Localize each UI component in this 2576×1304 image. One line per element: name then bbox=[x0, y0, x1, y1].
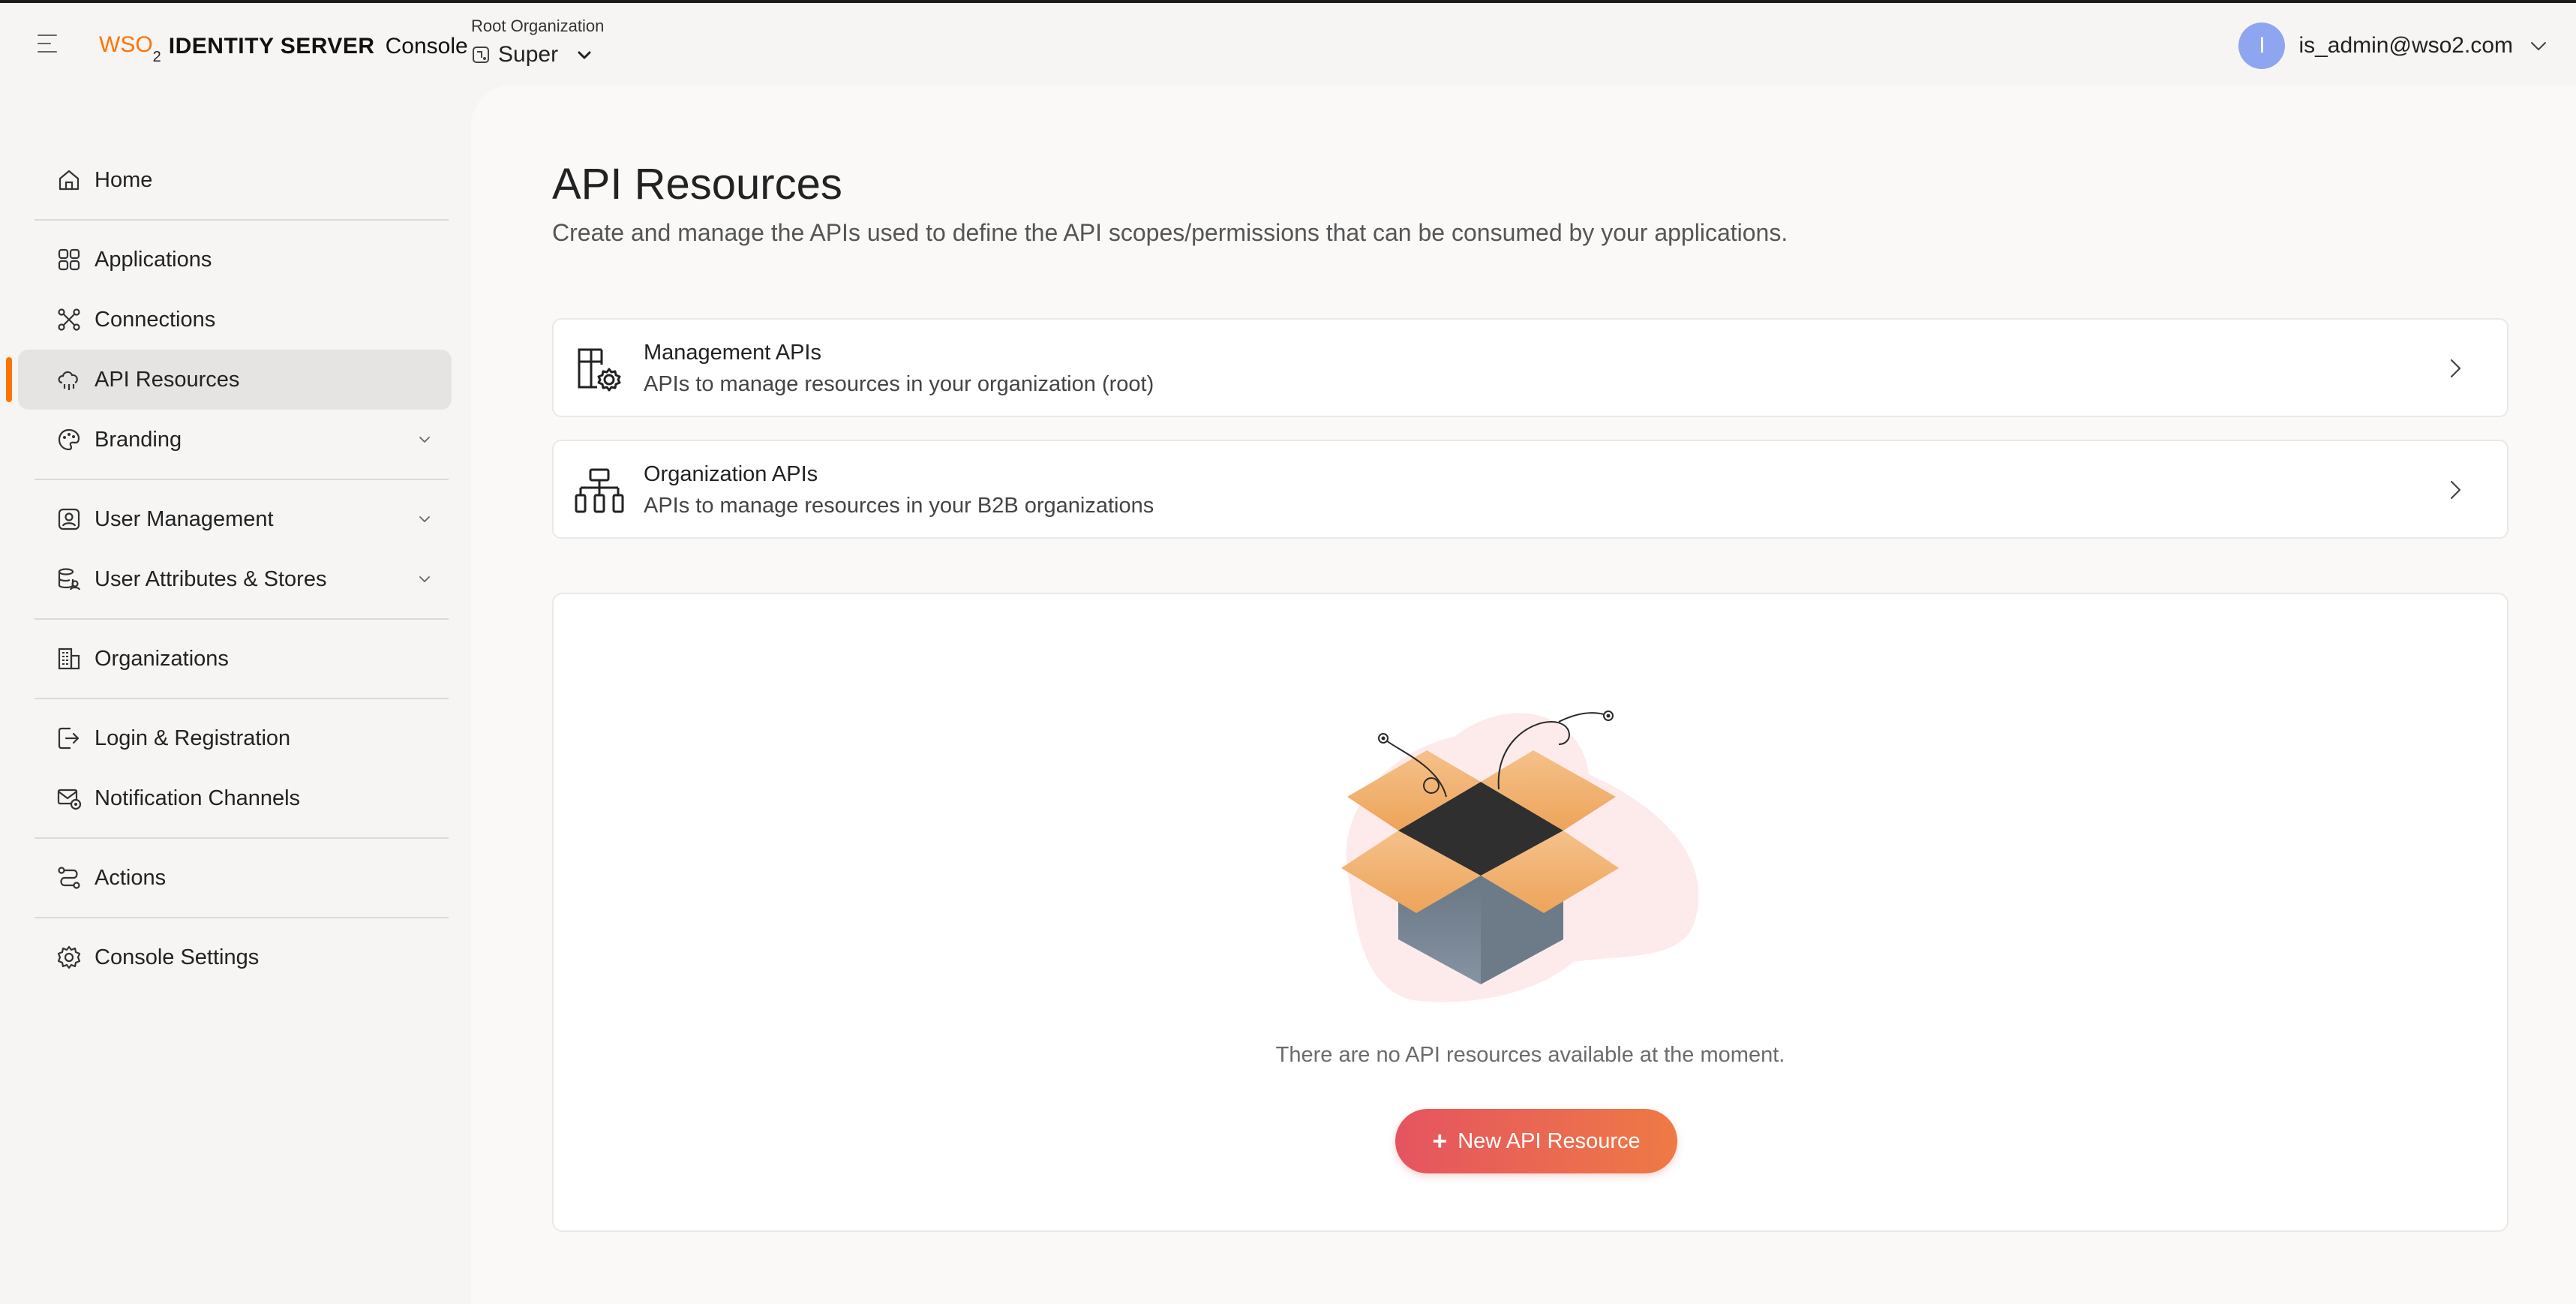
divider bbox=[35, 479, 449, 480]
api-resources-icon bbox=[58, 371, 78, 390]
sidebar-item-label: Connections bbox=[95, 307, 216, 332]
card-subtitle: APIs to manage resources in your organiz… bbox=[644, 372, 1154, 396]
sidebar-item-label: Console Settings bbox=[95, 945, 260, 969]
chevron-down-icon bbox=[2531, 42, 2546, 50]
branding-icon bbox=[58, 428, 80, 451]
org-name: Super bbox=[498, 42, 559, 67]
avatar: I bbox=[2238, 23, 2286, 69]
new-api-resource-button[interactable]: + New API Resource bbox=[1395, 1109, 1677, 1173]
logo-console: Console bbox=[385, 34, 468, 59]
sidebar-item-label: Organizations bbox=[95, 646, 229, 671]
card-subtitle: APIs to manage resources in your B2B org… bbox=[644, 494, 1154, 518]
main-content: API Resources Create and manage the APIs… bbox=[471, 86, 2576, 1304]
user-menu[interactable]: I is_admin@wso2.com bbox=[2238, 23, 2549, 69]
sidebar-item-actions[interactable]: Actions bbox=[18, 848, 452, 908]
sidebar-item-applications[interactable]: Applications bbox=[18, 230, 452, 290]
sidebar-item-user-management[interactable]: User Management bbox=[18, 489, 452, 549]
menu-toggle-icon[interactable] bbox=[38, 35, 60, 54]
organization-icon bbox=[473, 47, 489, 63]
page-title: API Resources bbox=[552, 160, 842, 209]
chevron-down-icon bbox=[419, 437, 430, 443]
sidebar-item-login-registration[interactable]: Login & Registration bbox=[18, 708, 452, 768]
sidebar-item-user-attributes-stores[interactable]: User Attributes & Stores bbox=[18, 549, 452, 609]
sidebar-item-notification-channels[interactable]: Notification Channels bbox=[18, 768, 452, 828]
header: WSO2 IDENTITY SERVER Console Root Organi… bbox=[0, 3, 2576, 86]
chevron-down-icon bbox=[419, 576, 430, 582]
console-settings-icon bbox=[57, 945, 81, 969]
connections-icon bbox=[58, 308, 80, 331]
sidebar-item-api-resources[interactable]: API Resources bbox=[6, 350, 452, 410]
sidebar-item-label: Applications bbox=[95, 247, 212, 272]
org-label: Root Organization bbox=[471, 17, 605, 35]
user-attributes-icon bbox=[58, 568, 81, 590]
organization-apis-icon bbox=[575, 468, 624, 513]
actions-icon bbox=[58, 867, 80, 889]
applications-icon bbox=[58, 248, 80, 271]
org-dropdown[interactable]: Super bbox=[471, 42, 604, 68]
card-title: Organization APIs bbox=[644, 462, 818, 486]
logo-brand: WSO2 bbox=[99, 32, 161, 65]
chevron-right-icon bbox=[2450, 480, 2461, 500]
management-apis-icon bbox=[578, 348, 621, 392]
button-label: New API Resource bbox=[1458, 1128, 1641, 1153]
organizations-icon bbox=[58, 647, 80, 670]
sidebar-item-label: User Attributes & Stores bbox=[95, 566, 327, 591]
sidebar-item-label: Notification Channels bbox=[95, 786, 301, 810]
sidebar-item-console-settings[interactable]: Console Settings bbox=[18, 927, 452, 987]
plus-icon: + bbox=[1432, 1127, 1448, 1155]
product-logo[interactable]: WSO2 IDENTITY SERVER Console bbox=[99, 30, 468, 65]
login-registration-icon bbox=[58, 727, 80, 750]
logo-product: IDENTITY SERVER bbox=[168, 34, 375, 59]
sidebar-item-label: Login & Registration bbox=[95, 726, 291, 750]
divider bbox=[35, 917, 449, 918]
sidebar-item-label: User Management bbox=[95, 506, 274, 531]
empty-box-illustration bbox=[1341, 711, 1699, 1002]
organization-switcher[interactable]: Root Organization Super bbox=[471, 17, 604, 68]
sidebar-item-label: Branding bbox=[95, 427, 182, 452]
sidebar-item-label: Actions bbox=[95, 865, 167, 890]
sidebar-item-branding[interactable]: Branding bbox=[18, 410, 452, 470]
sidebar: Home Applications Connections API Resour… bbox=[0, 150, 465, 987]
chevron-right-icon bbox=[2450, 359, 2461, 378]
divider bbox=[35, 219, 449, 221]
management-apis-card[interactable]: Management APIs APIs to manage resources… bbox=[552, 318, 2508, 417]
card-title: Management APIs bbox=[644, 341, 821, 365]
organization-apis-card[interactable]: Organization APIs APIs to manage resourc… bbox=[552, 440, 2508, 539]
empty-state-message: There are no API resources available at … bbox=[1275, 1043, 1785, 1067]
divider bbox=[35, 618, 449, 620]
sidebar-item-organizations[interactable]: Organizations bbox=[18, 629, 452, 689]
sidebar-item-home[interactable]: Home bbox=[18, 150, 452, 210]
chevron-down-icon bbox=[419, 516, 430, 522]
sidebar-item-connections[interactable]: Connections bbox=[18, 290, 452, 350]
divider bbox=[35, 837, 449, 839]
sidebar-item-label: Home bbox=[95, 167, 153, 192]
page-description: Create and manage the APIs used to defin… bbox=[552, 219, 1788, 246]
divider bbox=[35, 698, 449, 699]
active-indicator bbox=[6, 357, 12, 402]
user-management-icon bbox=[58, 508, 80, 530]
sidebar-item-label: API Resources bbox=[95, 367, 240, 392]
home-icon bbox=[59, 170, 80, 191]
user-email: is_admin@wso2.com bbox=[2298, 33, 2513, 58]
notification-channels-icon bbox=[57, 789, 82, 810]
chevron-down-icon bbox=[578, 51, 591, 59]
empty-state: There are no API resources available at … bbox=[552, 593, 2508, 1232]
